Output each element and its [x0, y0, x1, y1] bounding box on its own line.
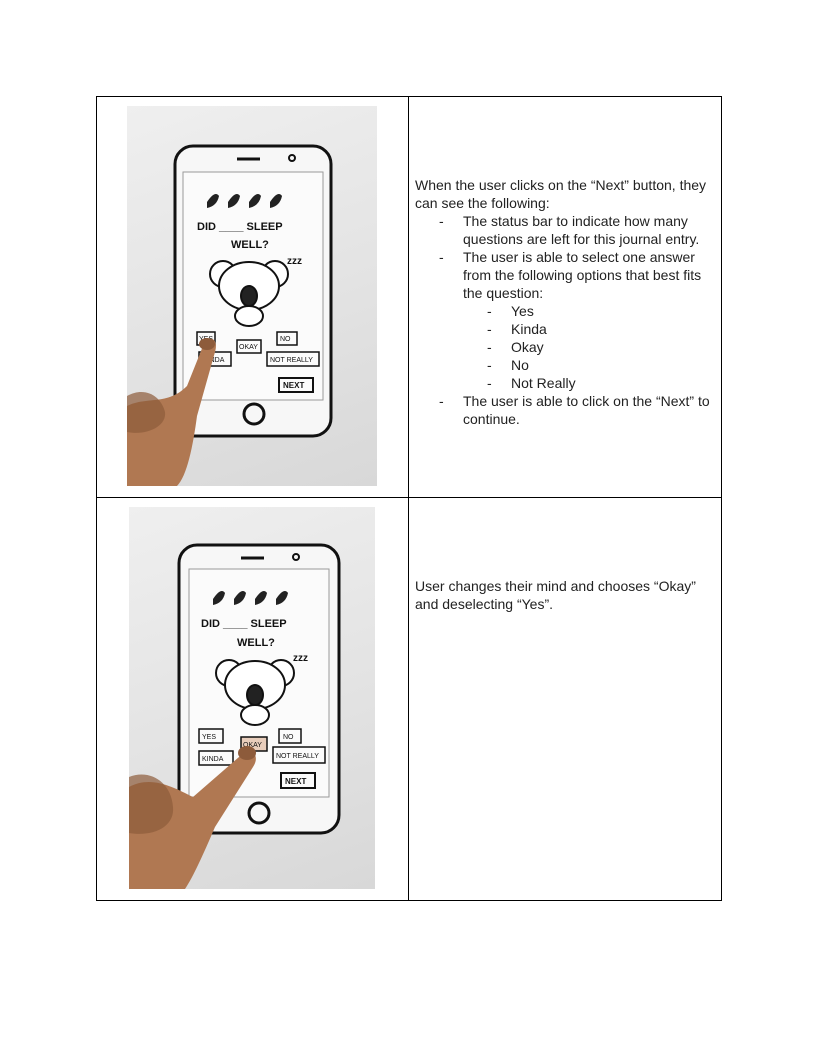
sketch-question-2: WELL?	[237, 637, 275, 649]
svg-text:OKAY: OKAY	[239, 344, 258, 351]
sketch-question-2: WELL?	[231, 239, 269, 251]
prototype-photo: DID ____ SLEEP WELL? zzz YES KINDA OKAY …	[129, 507, 375, 889]
bullet-item: The user is able to click on the “Next” …	[415, 392, 715, 428]
sketch-question: DID ____ SLEEP	[201, 618, 287, 630]
image-cell: DID ____ SLEEP WELL? zzz YES	[96, 96, 409, 498]
bullet-item: The user is able to select one answer fr…	[415, 248, 715, 392]
sub-bullet-item: No	[463, 356, 715, 374]
prototype-photo: DID ____ SLEEP WELL? zzz YES	[127, 106, 377, 486]
sub-bullet-item: Kinda	[463, 320, 715, 338]
svg-text:NEXT: NEXT	[283, 381, 304, 390]
sketch-zzz: zzz	[287, 256, 302, 267]
description-intro: When the user clicks on the “Next” butto…	[415, 177, 707, 211]
description: When the user clicks on the “Next” butto…	[409, 97, 721, 428]
image-cell: DID ____ SLEEP WELL? zzz YES KINDA OKAY …	[96, 497, 409, 901]
bullet-text: The user is able to select one answer fr…	[463, 249, 702, 301]
bullet-text: The status bar to indicate how many ques…	[463, 213, 700, 247]
description: User changes their mind and chooses “Oka…	[409, 498, 721, 613]
description-cell: User changes their mind and chooses “Oka…	[408, 497, 722, 901]
bullet-item: The status bar to indicate how many ques…	[415, 212, 715, 248]
sub-bullet-item: Yes	[463, 302, 715, 320]
storyboard-row: DID ____ SLEEP WELL? zzz YES KINDA OKAY …	[96, 497, 722, 901]
svg-text:KINDA: KINDA	[202, 756, 224, 763]
description-cell: When the user clicks on the “Next” butto…	[408, 96, 722, 498]
svg-text:NO: NO	[280, 336, 291, 343]
svg-text:NO: NO	[283, 734, 294, 741]
svg-text:YES: YES	[202, 734, 216, 741]
bullet-text: The user is able to click on the “Next” …	[463, 393, 710, 427]
storyboard-table: DID ____ SLEEP WELL? zzz YES	[96, 96, 722, 901]
storyboard-row: DID ____ SLEEP WELL? zzz YES	[96, 96, 722, 498]
svg-text:NOT REALLY: NOT REALLY	[270, 357, 313, 364]
sub-bullet-list: Yes Kinda Okay No Not Really	[463, 302, 715, 392]
bullet-list: The status bar to indicate how many ques…	[415, 212, 715, 428]
description-text: User changes their mind and chooses “Oka…	[415, 578, 696, 612]
sub-bullet-item: Okay	[463, 338, 715, 356]
svg-text:NOT REALLY: NOT REALLY	[276, 753, 319, 760]
sketch-question: DID ____ SLEEP	[197, 221, 283, 233]
svg-text:NEXT: NEXT	[285, 777, 306, 786]
sub-bullet-item: Not Really	[463, 374, 715, 392]
sketch-zzz: zzz	[293, 653, 308, 664]
